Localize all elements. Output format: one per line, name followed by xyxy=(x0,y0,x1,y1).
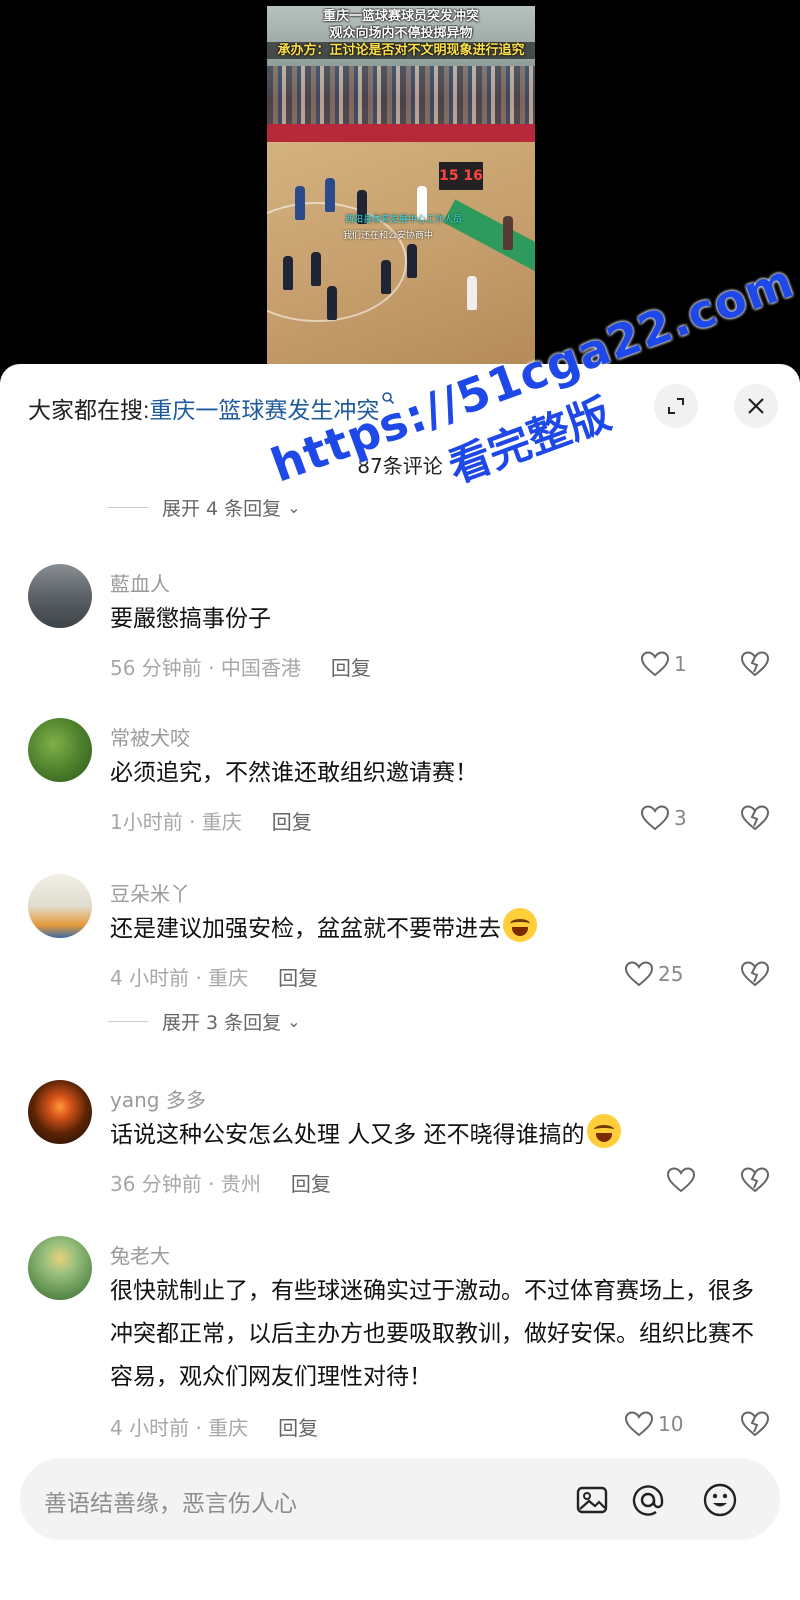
comment-text: 很快就制止了，有些球迷确实过于激动。不过体育赛场上，很多冲突都正常，以后主办方也… xyxy=(110,1278,754,1390)
like-button[interactable]: 1 xyxy=(640,650,687,678)
video-title-line3: 承办方：正讨论是否对不文明现象进行追究 xyxy=(267,42,535,59)
video-player[interactable]: 15 16 重庆一篮球赛球员突发冲突 观众向场内不停投掷异物 承办方：正讨论是否… xyxy=(0,0,800,380)
comment-username[interactable]: 藍血人 xyxy=(110,568,170,597)
broken-heart-icon xyxy=(740,1411,770,1437)
emoji-icon[interactable] xyxy=(700,1480,740,1520)
chevron-down-icon: ⌄ xyxy=(287,498,301,517)
expand-icon xyxy=(668,398,684,414)
video-banner xyxy=(267,124,535,142)
laughing-emoji-icon xyxy=(503,908,537,942)
video-subtitle-1: 西阳县体育发展中心工作人员 xyxy=(345,215,463,225)
comment-meta: 4 小时前 · 重庆 回复 xyxy=(110,1412,318,1441)
comment-username[interactable]: 兔老大 xyxy=(110,1240,170,1269)
comment-meta: 1小时前 · 重庆 回复 xyxy=(110,806,312,835)
like-count: 25 xyxy=(658,962,684,986)
dislike-button[interactable] xyxy=(740,804,770,836)
reply-button[interactable]: 回复 xyxy=(272,810,312,834)
video-subtitle-2: 我们还在和公安协商中 xyxy=(343,231,434,241)
players-group xyxy=(277,156,527,346)
image-icon[interactable] xyxy=(572,1480,612,1520)
comment-count: 87条评论 xyxy=(357,454,443,478)
reply-button[interactable]: 回复 xyxy=(278,1416,318,1440)
like-count: 1 xyxy=(674,652,687,676)
comment-time-location: 4 小时前 · 重庆 xyxy=(110,966,249,990)
comment-meta: 4 小时前 · 重庆 回复 xyxy=(110,962,318,991)
comment-meta: 36 分钟前 · 贵州 回复 xyxy=(110,1168,331,1197)
avatar[interactable] xyxy=(28,564,92,628)
heart-icon xyxy=(640,805,670,831)
video-title-line2: 观众向场内不停投掷异物 xyxy=(329,26,473,41)
heart-icon xyxy=(640,651,670,677)
comment-username[interactable]: 常被犬咬 xyxy=(110,722,190,751)
comment-text-body: 话说这种公安怎么处理 人又多 还不晓得谁搞的 xyxy=(110,1122,585,1148)
trending-search-prefix: 大家都在搜: xyxy=(28,397,150,423)
comment-meta: 56 分钟前 · 中国香港 回复 xyxy=(110,652,371,681)
broken-heart-icon xyxy=(740,651,770,677)
video-frame[interactable]: 15 16 重庆一篮球赛球员突发冲突 观众向场内不停投掷异物 承办方：正讨论是否… xyxy=(267,6,535,366)
comment-time-location: 1小时前 · 重庆 xyxy=(110,810,242,834)
dislike-button[interactable] xyxy=(740,650,770,682)
comment-input-placeholder[interactable]: 善语结善缘，恶言伤人心 xyxy=(44,1484,297,1518)
comment-time-location: 4 小时前 · 重庆 xyxy=(110,1416,249,1440)
comment-text: 必须追究，不然谁还敢组织邀请赛！ xyxy=(110,760,478,786)
heart-icon xyxy=(624,1411,654,1437)
broken-heart-icon xyxy=(740,1167,770,1193)
dislike-button[interactable] xyxy=(740,1166,770,1198)
comment-text: 还是建议加强安检，盆盆就不要带进去 xyxy=(110,908,770,951)
dislike-button[interactable] xyxy=(740,960,770,992)
chevron-down-icon: ⌄ xyxy=(287,1012,301,1031)
crying-emoji-icon xyxy=(586,1114,621,1148)
avatar[interactable] xyxy=(28,874,92,938)
reply-button[interactable]: 回复 xyxy=(278,966,318,990)
expand-replies-label: 展开 3 条回复 xyxy=(162,1012,282,1034)
broken-heart-icon xyxy=(740,805,770,831)
trending-search-link[interactable]: 重庆一篮球赛发生冲突 xyxy=(149,391,379,425)
comment-time-location: 36 分钟前 · 贵州 xyxy=(110,1172,261,1196)
comment-input-bar[interactable]: 善语结善缘，恶言伤人心 xyxy=(20,1458,780,1540)
avatar[interactable] xyxy=(28,1236,92,1300)
expand-sheet-button[interactable] xyxy=(654,384,698,428)
like-button[interactable]: 10 xyxy=(624,1410,683,1438)
heart-icon xyxy=(666,1167,696,1193)
comment-text: 话说这种公安怎么处理 人又多 还不晓得谁搞的 xyxy=(110,1114,770,1157)
divider xyxy=(108,507,148,508)
expand-replies-mid[interactable]: 展开 3 条回复 ⌄ xyxy=(108,1008,301,1035)
comment-text: 要嚴懲搞事份子 xyxy=(110,606,271,632)
dislike-button[interactable] xyxy=(740,1410,770,1442)
comment-username[interactable]: yang 多多 xyxy=(110,1084,206,1113)
like-count: 10 xyxy=(658,1412,684,1436)
video-title: 重庆一篮球赛球员突发冲突 观众向场内不停投掷异物 承办方：正讨论是否对不文明现象… xyxy=(267,6,535,59)
at-icon[interactable] xyxy=(628,1480,668,1520)
like-button[interactable]: 3 xyxy=(640,804,687,832)
trending-search[interactable]: 大家都在搜: 重庆一篮球赛发生冲突 xyxy=(28,388,395,428)
like-button[interactable] xyxy=(666,1166,696,1194)
video-title-line1: 重庆一篮球赛球员突发冲突 xyxy=(322,9,479,24)
divider xyxy=(108,1021,148,1022)
comment-text-body: 还是建议加强安检，盆盆就不要带进去 xyxy=(110,916,501,942)
expand-replies-label: 展开 4 条回复 xyxy=(162,498,282,520)
search-icon xyxy=(381,391,395,409)
close-icon xyxy=(748,398,764,414)
heart-icon xyxy=(624,961,654,987)
like-button[interactable]: 25 xyxy=(624,960,683,988)
close-button[interactable] xyxy=(734,384,778,428)
comment-time-location: 56 分钟前 · 中国香港 xyxy=(110,656,301,680)
comment-username[interactable]: 豆朵米丫 xyxy=(110,878,190,907)
broken-heart-icon xyxy=(740,961,770,987)
expand-replies-top[interactable]: 展开 4 条回复 ⌄ xyxy=(108,494,301,521)
avatar[interactable] xyxy=(28,718,92,782)
comment-sheet: 大家都在搜: 重庆一篮球赛发生冲突 87条评论 展开 4 条回复 ⌄ 藍血人 要… xyxy=(0,364,800,1600)
reply-button[interactable]: 回复 xyxy=(291,1172,331,1196)
like-count: 3 xyxy=(674,806,687,830)
reply-button[interactable]: 回复 xyxy=(331,656,371,680)
avatar[interactable] xyxy=(28,1080,92,1144)
